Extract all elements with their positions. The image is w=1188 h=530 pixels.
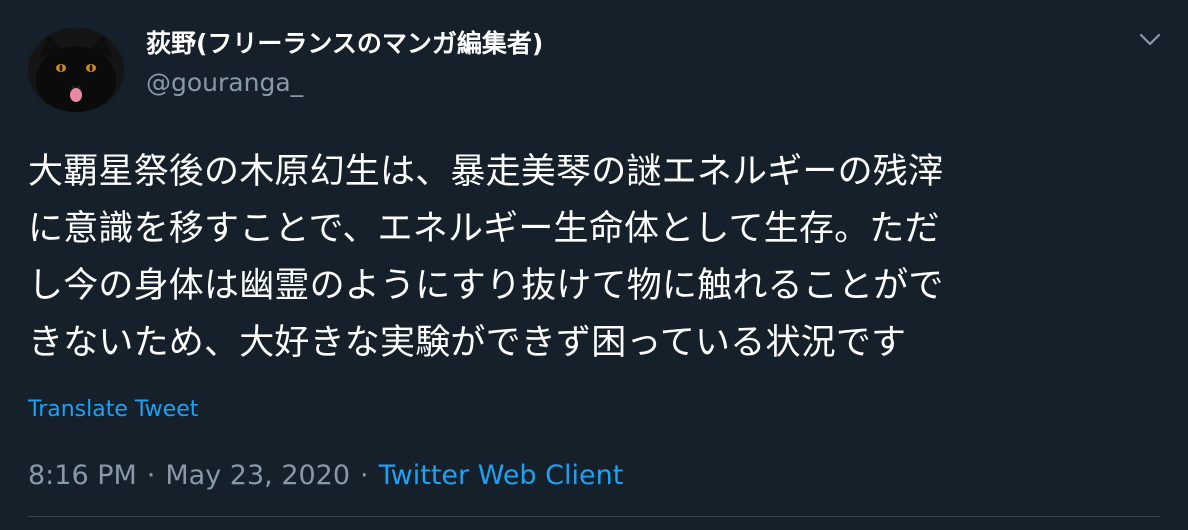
tweet-text-line: に意識を移すことで、エネルギー生命体として生存。ただ bbox=[28, 209, 940, 249]
black-cat-avatar-icon bbox=[28, 28, 124, 112]
tweet-text-line: 大覇星祭後の木原幻生は、暴走美琴の謎エネルギーの残滓 bbox=[28, 152, 944, 192]
divider bbox=[28, 516, 1160, 517]
avatar[interactable] bbox=[28, 28, 124, 112]
tweet-card: 荻野(フリーランスのマンガ編集者) @gouranga_ 大覇星祭後の木原幻生は… bbox=[0, 0, 1188, 530]
tweet-text: 大覇星祭後の木原幻生は、暴走美琴の謎エネルギーの残滓 に意識を移すことで、エネル… bbox=[28, 144, 1148, 372]
tweet-time[interactable]: 8:16 PM bbox=[28, 460, 137, 491]
tweet-client-link[interactable]: Twitter Web Client bbox=[379, 460, 624, 491]
meta-separator: · bbox=[360, 460, 369, 491]
tweet-menu-button[interactable] bbox=[1128, 24, 1172, 56]
tweet-date[interactable]: May 23, 2020 bbox=[165, 460, 350, 491]
chevron-down-icon bbox=[1139, 33, 1161, 46]
translate-tweet-link[interactable]: Translate Tweet bbox=[28, 394, 198, 426]
author-display-name[interactable]: 荻野(フリーランスのマンガ編集者) bbox=[146, 26, 543, 62]
author-handle[interactable]: @gouranga_ bbox=[146, 66, 303, 100]
tweet-text-line: し今の身体は幽霊のようにすり抜けて物に触れることがで bbox=[28, 266, 944, 306]
meta-separator: · bbox=[146, 460, 156, 491]
tweet-meta: 8:16 PM · May 23, 2020 · Twitter Web Client bbox=[28, 458, 623, 494]
tweet-text-line: きないため、大好きな実験ができず困っている状況です bbox=[28, 323, 907, 363]
